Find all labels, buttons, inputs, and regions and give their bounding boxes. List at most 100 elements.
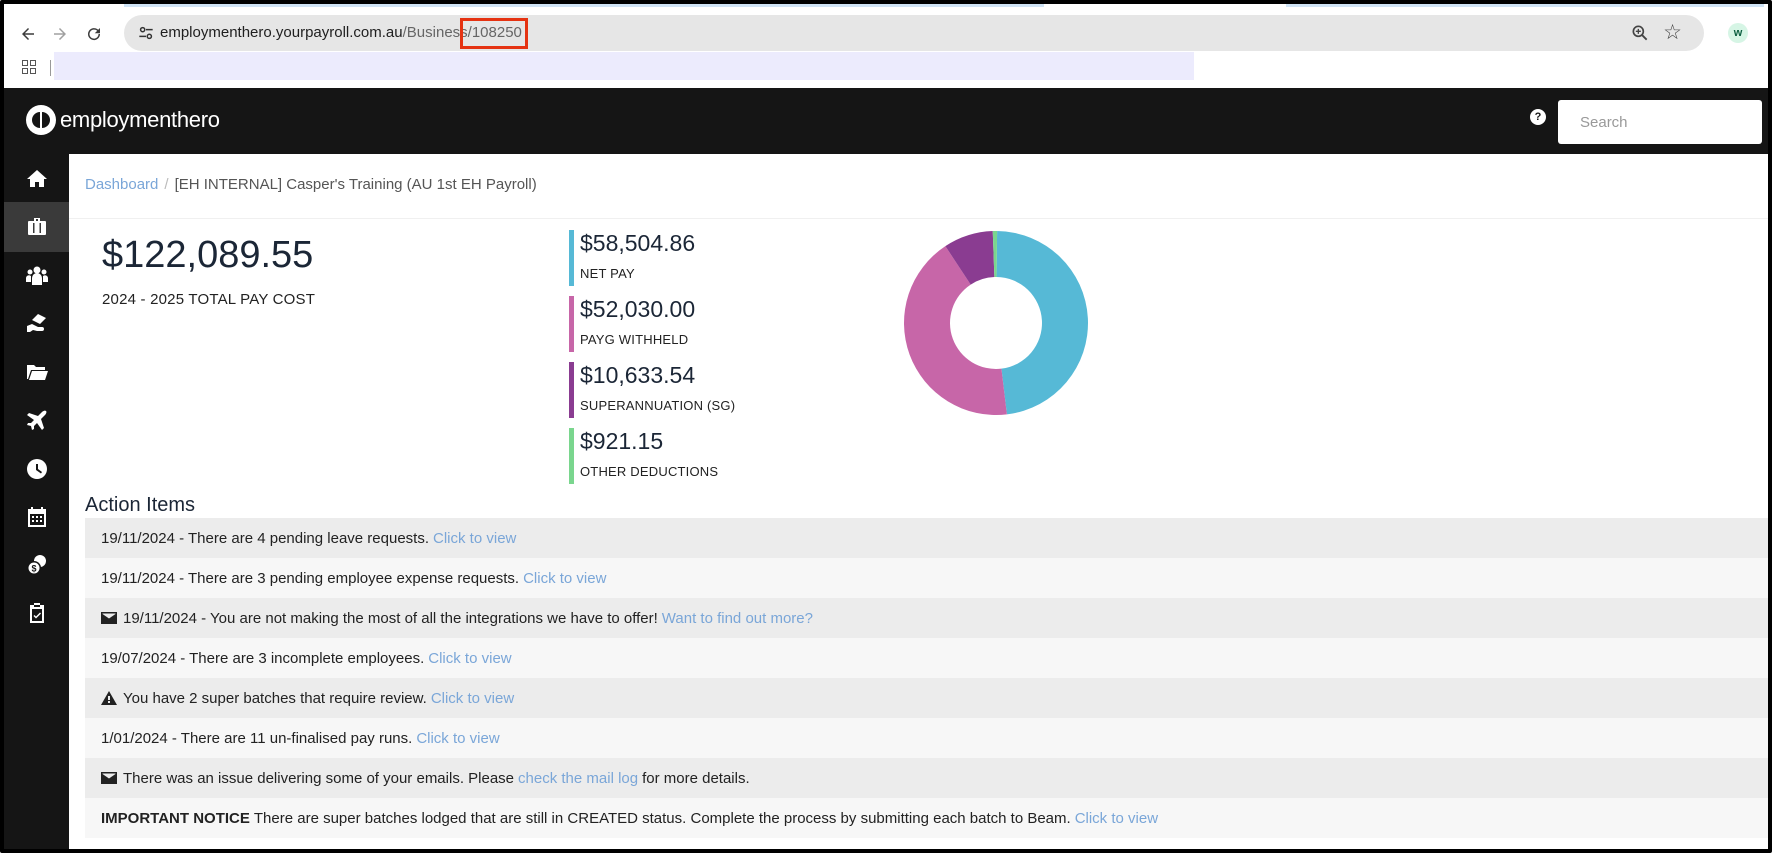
stat-color-bar (569, 428, 574, 484)
action-item: 19/07/2024 - There are 3 incomplete empl… (85, 638, 1768, 678)
action-items-list: 19/11/2024 - There are 4 pending leave r… (85, 518, 1768, 838)
mail-log-link[interactable]: check the mail log (518, 770, 638, 787)
action-item-link[interactable]: Click to view (416, 730, 499, 747)
url-highlight-box (460, 18, 528, 49)
main-content: Dashboard / [EH INTERNAL] Casper's Trainin… (69, 154, 1768, 849)
search-input[interactable] (1558, 100, 1762, 144)
stat-color-bar (569, 230, 574, 286)
url-path: /Business (402, 24, 468, 41)
stat-payg-withheld: $52,030.00 PAYG WITHHELD (569, 296, 829, 352)
action-item-link[interactable]: Click to view (431, 690, 514, 707)
plane-icon (26, 410, 46, 430)
sidebar-item-employees[interactable] (4, 251, 69, 301)
reload-icon[interactable] (80, 20, 108, 48)
donut-slice-net-pay[interactable] (996, 231, 1088, 415)
envelope-icon (101, 611, 117, 625)
breadcrumb-dashboard-link[interactable]: Dashboard (85, 176, 158, 193)
apps-grid-icon[interactable] (22, 60, 36, 74)
action-item-link[interactable]: Click to view (428, 650, 511, 667)
action-item: You have 2 super batches that require re… (85, 678, 1768, 718)
sidebar-item-business[interactable] (4, 202, 69, 252)
folder-icon (26, 365, 48, 380)
zoom-icon[interactable] (1630, 23, 1650, 43)
action-item-text: 1/01/2024 - There are 11 un-finalised pa… (101, 729, 413, 747)
back-arrow-icon[interactable] (14, 20, 42, 48)
stat-amount: $921.15 (580, 428, 664, 454)
url-host: employmenthero.yourpayroll.com.au (160, 24, 403, 41)
action-item-text: There are super batches lodged that are … (253, 809, 1071, 827)
svg-text:$: $ (31, 564, 36, 574)
action-item-link[interactable]: Click to view (433, 530, 516, 547)
stat-amount: $10,633.54 (580, 362, 696, 388)
breadcrumb-current: [EH INTERNAL] Casper's Training (AU 1st … (174, 176, 537, 193)
action-item: 19/11/2024 - There are 4 pending leave r… (85, 518, 1768, 558)
header-divider (69, 218, 1768, 219)
sidebar-item-reports[interactable] (4, 588, 69, 638)
action-item-link[interactable]: Want to find out more? (662, 610, 813, 627)
important-notice-label: IMPORTANT NOTICE (101, 809, 250, 827)
action-item-text: 19/11/2024 - There are 3 pending employe… (101, 569, 520, 587)
help-icon[interactable]: ? (1530, 109, 1546, 125)
breadcrumb-separator: / (164, 176, 169, 193)
clock-icon (26, 459, 47, 479)
stat-label: SUPERANNUATION (SG) (580, 398, 736, 413)
action-item-link[interactable]: Click to view (523, 570, 606, 587)
action-item-text: 19/07/2024 - There are 3 incomplete empl… (101, 649, 425, 667)
sidebar: $ (4, 154, 69, 849)
total-pay-cost-label: 2024 - 2025 TOTAL PAY COST (102, 291, 316, 308)
stat-color-bar (569, 296, 574, 352)
people-icon (25, 266, 48, 285)
app-header: employmenthero ? (4, 88, 1768, 154)
stat-color-bar (569, 362, 574, 418)
action-item-text-after: for more details. (642, 769, 750, 787)
action-item: There was an issue delivering some of yo… (85, 758, 1768, 798)
action-item: 1/01/2024 - There are 11 un-finalised pa… (85, 718, 1768, 758)
stat-label: NET PAY (580, 266, 635, 281)
browser-toolbar: employmenthero.yourpayroll.com.au/Busine… (4, 4, 1768, 88)
bookmark-separator (50, 60, 51, 76)
action-item-text: 19/11/2024 - There are 4 pending leave r… (101, 529, 430, 547)
address-bar[interactable]: employmenthero.yourpayroll.com.au/Busine… (124, 15, 1704, 51)
sidebar-item-leave[interactable] (4, 395, 69, 445)
clipboard-icon (29, 603, 44, 623)
warning-icon (101, 691, 117, 705)
action-items-title: Action Items (85, 494, 196, 516)
stat-label: PAYG WITHHELD (580, 332, 689, 347)
bookmark-bar (54, 52, 1194, 80)
action-item-text: There was an issue delivering some of yo… (123, 769, 515, 787)
site-settings-icon[interactable] (136, 23, 156, 43)
hand-money-icon (26, 314, 46, 332)
bookmark-star-icon[interactable]: ☆ (1663, 20, 1682, 45)
sidebar-item-timesheets[interactable] (4, 444, 69, 494)
action-item-link[interactable]: Click to view (1075, 810, 1158, 827)
calendar-icon (27, 507, 46, 527)
breadcrumb: Dashboard / [EH INTERNAL] Casper's Trainin… (85, 176, 537, 193)
stat-amount: $52,030.00 (580, 296, 696, 322)
home-icon (26, 170, 47, 187)
pay-cost-donut-chart[interactable] (903, 230, 1089, 416)
action-item: 19/11/2024 - There are 3 pending employe… (85, 558, 1768, 598)
stat-label: OTHER DEDUCTIONS (580, 464, 719, 479)
logo-text: employmenthero (60, 107, 220, 132)
tab-strip-line (124, 4, 1044, 7)
stat-amount: $58,504.86 (580, 230, 696, 256)
action-item-text: You have 2 super batches that require re… (123, 689, 427, 707)
sidebar-item-documents[interactable] (4, 347, 69, 397)
employmenthero-logo[interactable]: employmenthero (26, 105, 220, 135)
logo-mark-icon (26, 105, 56, 135)
action-item-text: 19/11/2024 - You are not making the most… (123, 609, 658, 627)
sidebar-item-rosters[interactable] (4, 492, 69, 542)
stat-net-pay: $58,504.86 NET PAY (569, 230, 829, 286)
sidebar-item-payroll[interactable] (4, 299, 69, 349)
envelope-icon (101, 771, 117, 785)
coins-icon: $ (26, 555, 46, 575)
sidebar-item-finance[interactable]: $ (4, 540, 69, 590)
action-item: 19/11/2024 - You are not making the most… (85, 598, 1768, 638)
briefcase-icon (27, 218, 46, 235)
extension-icon[interactable]: w (1728, 23, 1748, 43)
stat-other-deductions: $921.15 OTHER DEDUCTIONS (569, 428, 829, 484)
action-item: IMPORTANT NOTICE There are super batches… (85, 798, 1768, 838)
sidebar-item-home[interactable] (4, 154, 69, 204)
tab-strip-line (1286, 4, 1764, 7)
forward-arrow-icon[interactable] (46, 20, 74, 48)
